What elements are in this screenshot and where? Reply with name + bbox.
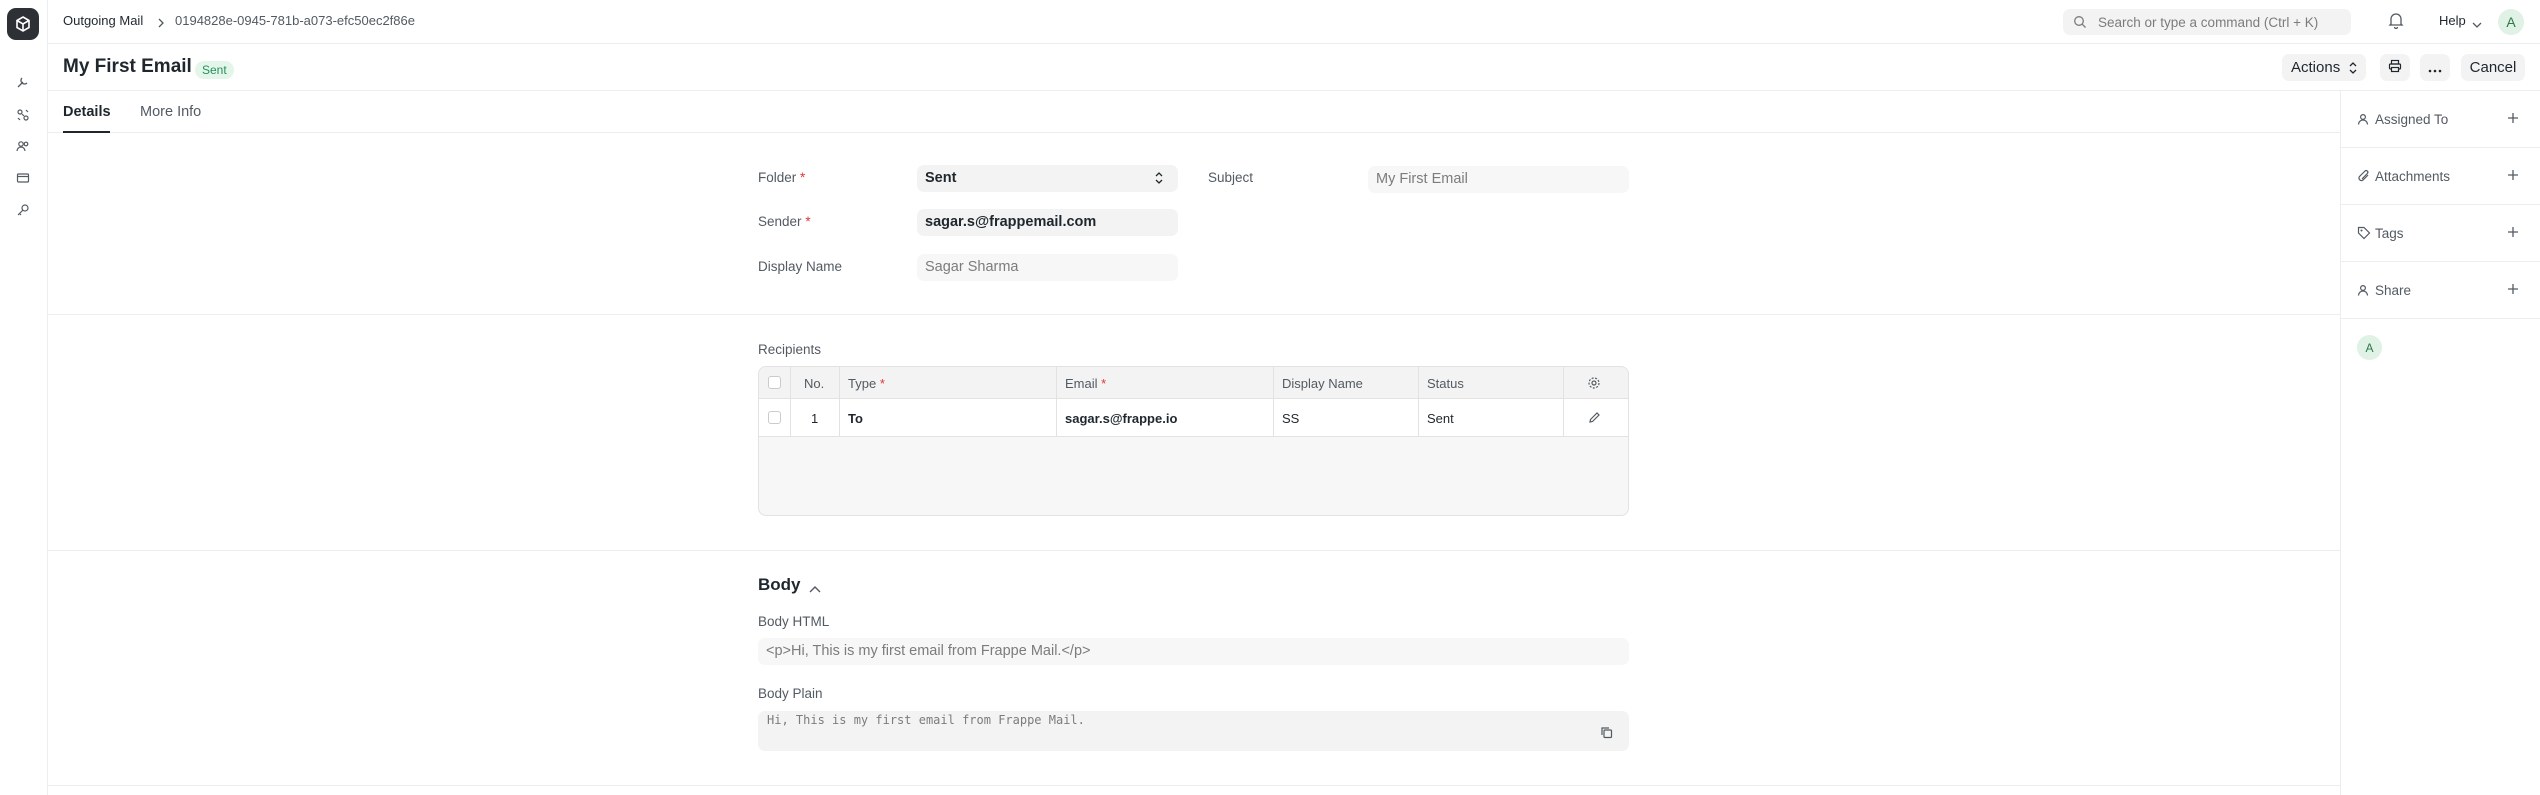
app-root: Outgoing Mail 0194828e-0945-781b-a073-ef…: [0, 0, 2540, 795]
row-type[interactable]: To: [840, 399, 1057, 436]
user-avatar[interactable]: A: [2498, 9, 2524, 35]
header-display-name: Display Name: [1274, 367, 1419, 398]
print-button[interactable]: [2380, 54, 2410, 81]
header-select-cell: [759, 367, 791, 398]
chevron-up-icon[interactable]: [809, 580, 821, 596]
top-bar: Outgoing Mail 0194828e-0945-781b-a073-ef…: [48, 0, 2540, 44]
printer-icon: [2388, 59, 2402, 76]
users-icon[interactable]: [14, 137, 32, 155]
left-rail: [0, 0, 48, 795]
sidebar-item-label: Assigned To: [2375, 112, 2449, 127]
chevron-down-icon[interactable]: [2472, 16, 2482, 32]
more-dots-icon: [2428, 60, 2442, 76]
body-plain-value: Hi, This is my first email from Frappe M…: [767, 713, 1085, 727]
body-section-title[interactable]: Body: [758, 575, 801, 595]
sender-label: Sender *: [758, 214, 811, 229]
assign-user-icon: [2357, 112, 2371, 129]
breadcrumb-chevron-icon: [157, 15, 165, 31]
row-select-cell: [759, 399, 791, 436]
display-name-value: Sagar Sharma: [925, 259, 1019, 275]
tag-icon: [2357, 226, 2371, 243]
active-tab-indicator: [63, 131, 110, 133]
breadcrumb-module[interactable]: Outgoing Mail: [63, 13, 143, 28]
actions-label: Actions: [2291, 59, 2341, 76]
select-updown-icon: [1155, 172, 1163, 188]
sidebar-item-label: Attachments: [2375, 169, 2451, 184]
row-email[interactable]: sagar.s@frappe.io: [1057, 399, 1274, 436]
sidebar-item-assigned-to[interactable]: Assigned To: [2341, 91, 2540, 148]
paperclip-icon: [2357, 169, 2371, 186]
copy-icon[interactable]: [1600, 726, 1613, 742]
row-checkbox[interactable]: [768, 411, 781, 424]
select-all-checkbox[interactable]: [768, 376, 781, 389]
sidebar-item-share[interactable]: Share: [2341, 262, 2540, 319]
subject-field[interactable]: My First Email: [1368, 166, 1629, 193]
body-html-label: Body HTML: [758, 614, 830, 629]
search-input[interactable]: Search or type a command (Ctrl + K): [2063, 9, 2351, 35]
sender-value: sagar.s@frappemail.com: [925, 214, 1097, 230]
row-display-name[interactable]: SS: [1274, 399, 1419, 436]
viewer-avatar[interactable]: A: [2357, 335, 2382, 360]
header-status: Status: [1419, 367, 1564, 398]
more-options-button[interactable]: [2420, 54, 2450, 81]
edit-pencil-icon[interactable]: [1588, 411, 1601, 427]
section-divider: [48, 550, 2340, 551]
body-html-field[interactable]: <p>Hi, This is my first email from Frapp…: [758, 638, 1629, 665]
table-header: No. Type * Email * Display Name Status: [759, 367, 1628, 399]
status-badge: Sent: [195, 61, 234, 79]
folder-select[interactable]: Sent: [917, 165, 1178, 192]
header-email: Email *: [1057, 367, 1274, 398]
share-user-icon: [2357, 283, 2371, 300]
folder-label: Folder *: [758, 170, 806, 185]
tab-more-info[interactable]: More Info: [140, 104, 201, 120]
integrations-icon[interactable]: [14, 106, 32, 124]
plus-icon[interactable]: [2507, 168, 2519, 184]
plus-icon[interactable]: [2507, 225, 2519, 241]
plus-icon[interactable]: [2507, 282, 2519, 298]
mail-icon[interactable]: [14, 169, 32, 187]
section-divider: [48, 785, 2340, 786]
display-name-label: Display Name: [758, 259, 843, 274]
cancel-button[interactable]: Cancel: [2461, 54, 2525, 81]
title-bar: My First Email Sent Actions Cancel: [48, 44, 2540, 91]
plus-icon[interactable]: [2507, 111, 2519, 127]
tools-icon[interactable]: [14, 73, 32, 91]
recipients-label: Recipients: [758, 342, 822, 357]
subject-value: My First Email: [1376, 171, 1468, 187]
row-status[interactable]: Sent: [1419, 399, 1564, 436]
sidebar-item-label: Share: [2375, 283, 2412, 298]
tab-details[interactable]: Details: [63, 104, 111, 120]
page-title: My First Email: [63, 56, 192, 77]
section-divider: [48, 314, 2340, 315]
header-type: Type *: [840, 367, 1057, 398]
body-plain-label: Body Plain: [758, 686, 823, 701]
form-tabs: Details More Info: [48, 91, 2340, 133]
notification-bell-icon[interactable]: [2388, 11, 2404, 32]
search-placeholder: Search or type a command (Ctrl + K): [2098, 15, 2319, 30]
breadcrumb-record-id[interactable]: 0194828e-0945-781b-a073-efc50ec2f86e: [175, 13, 415, 28]
sidebar-item-attachments[interactable]: Attachments: [2341, 148, 2540, 205]
sidebar-item-label: Tags: [2375, 226, 2404, 241]
subject-label: Subject: [1208, 170, 1254, 185]
sidebar-item-tags[interactable]: Tags: [2341, 205, 2540, 262]
app-logo[interactable]: [7, 8, 39, 40]
sender-field[interactable]: sagar.s@frappemail.com: [917, 209, 1178, 236]
recipients-table: No. Type * Email * Display Name Status 1…: [758, 366, 1629, 516]
table-row[interactable]: 1 To sagar.s@frappe.io SS Sent: [759, 399, 1628, 437]
key-icon[interactable]: [14, 201, 32, 219]
header-no: No.: [791, 367, 840, 398]
body-html-value: <p>Hi, This is my first email from Frapp…: [766, 643, 1091, 659]
column-settings-gear-icon[interactable]: [1587, 376, 1601, 393]
row-no: 1: [791, 399, 840, 436]
search-icon: [2073, 15, 2087, 32]
updown-chevron-icon: [2349, 61, 2357, 78]
body-plain-field[interactable]: Hi, This is my first email from Frappe M…: [758, 711, 1629, 751]
display-name-field[interactable]: Sagar Sharma: [917, 254, 1178, 281]
actions-button[interactable]: Actions: [2282, 54, 2366, 81]
help-menu[interactable]: Help: [2439, 13, 2466, 28]
folder-value: Sent: [925, 170, 957, 186]
